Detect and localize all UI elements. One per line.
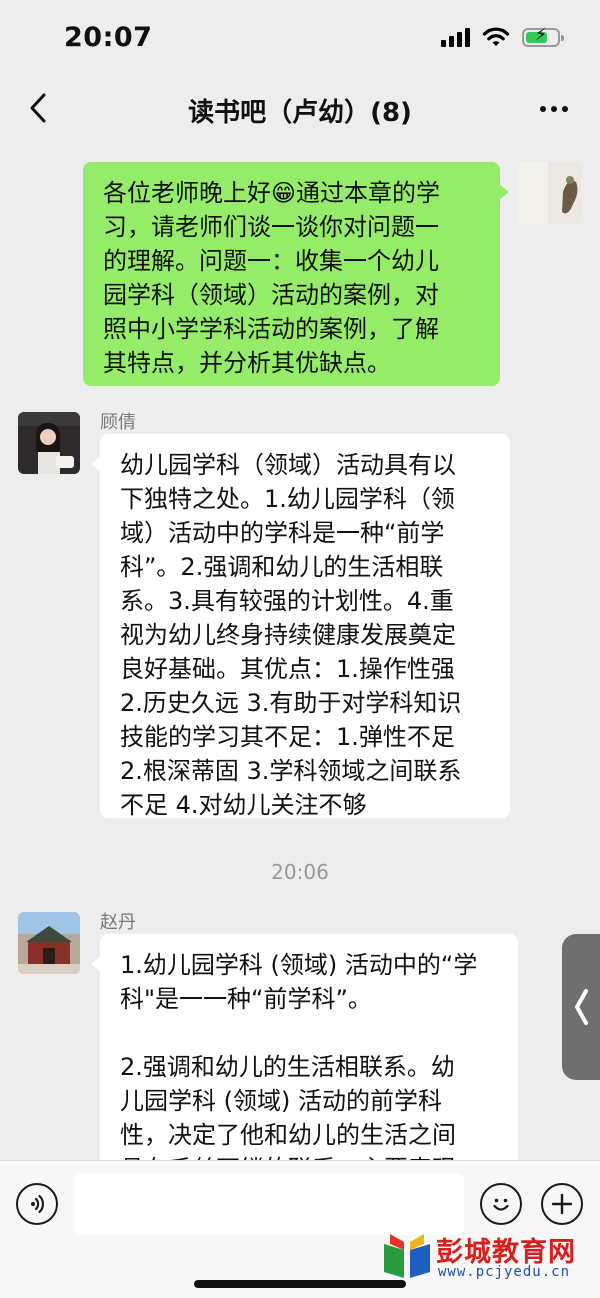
chat-title: 读书吧（卢幼）(8) bbox=[188, 98, 412, 128]
voice-icon bbox=[31, 1194, 44, 1214]
watermark-url: www.pcjyedu.cn bbox=[438, 1264, 571, 1280]
message-bubble-guqian[interactable]: 幼儿园学科（领域）活动具有以 下独特之处。1.幼儿园学科（领 域）活动中的学科是… bbox=[91, 434, 510, 819]
signal-icon bbox=[441, 27, 470, 47]
sender-name-zhaodan: 赵丹 bbox=[100, 912, 136, 933]
home-indicator[interactable] bbox=[194, 1280, 406, 1288]
message-bubble-me[interactable]: 各位老师晚上好😁通过本章的学 习，请老师们谈一谈你对问题一 的理解。问题一：收集… bbox=[83, 162, 509, 386]
watermark: 彭城教育网 www.pcjyedu.cn bbox=[380, 1228, 590, 1284]
message-input[interactable] bbox=[74, 1173, 464, 1235]
wifi-icon bbox=[482, 27, 510, 46]
battery-charging-icon: ⚡ bbox=[522, 26, 564, 47]
plus-icon bbox=[551, 1193, 573, 1215]
avatar-zhaodan[interactable] bbox=[18, 912, 80, 974]
chat-screen: 20:07 ⚡ 读书吧（卢幼）(8) 各位老师晚上好😁通过本章的学 习，请老师们… bbox=[0, 0, 600, 1298]
avatar-guqian[interactable] bbox=[18, 412, 80, 474]
side-panel-tab[interactable] bbox=[562, 934, 600, 1080]
plus-button[interactable] bbox=[541, 1183, 583, 1225]
emoji-icon bbox=[493, 1198, 509, 1211]
emoji-button[interactable] bbox=[480, 1183, 522, 1225]
more-button[interactable] bbox=[534, 92, 574, 126]
book-logo-icon bbox=[384, 1234, 430, 1278]
my-avatar[interactable] bbox=[518, 162, 581, 225]
voice-button[interactable] bbox=[16, 1183, 58, 1225]
time-separator: 20:06 bbox=[271, 860, 329, 884]
status-time: 20:07 bbox=[64, 22, 153, 53]
sender-name-guqian: 顾倩 bbox=[100, 412, 136, 433]
more-dots-icon bbox=[540, 106, 546, 112]
status-icons: ⚡ bbox=[441, 26, 564, 48]
chevron-left-icon bbox=[575, 989, 588, 1025]
status-bar: 20:07 ⚡ bbox=[0, 0, 600, 78]
nav-bar: 读书吧（卢幼）(8) bbox=[0, 78, 600, 140]
